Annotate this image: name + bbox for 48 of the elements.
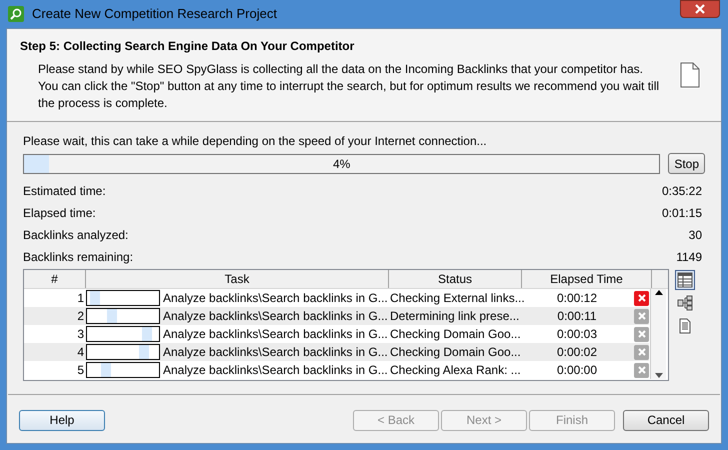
column-header[interactable]: Status (389, 270, 522, 288)
elapsed-cell-text: 0:00:00 (556, 362, 598, 379)
stat-value: 0:35:22 (662, 183, 702, 200)
stat-label: Elapsed time: (23, 205, 96, 222)
task-cell-text: Analyze backlinks\Search backlinks in G... (162, 290, 387, 307)
status-cell-text: Determining link prese... (389, 308, 520, 325)
step-title: Step 5: Collecting Search Engine Data On Your Competitor (20, 38, 356, 55)
stat-value: 1149 (676, 249, 702, 266)
stat-label: Backlinks remaining: (23, 249, 134, 266)
document-icon (680, 62, 700, 88)
close-icon (695, 4, 705, 14)
status-cell-text: Checking Alexa Rank: ... (389, 362, 520, 379)
task-cell-text: Analyze backlinks\Search backlinks in G... (162, 308, 387, 325)
task-cell-text: Analyze backlinks\Search backlinks in G... (162, 344, 387, 361)
elapsed-cell-text: 0:00:03 (556, 326, 598, 343)
scroll-down-arrow-icon[interactable] (654, 371, 662, 379)
app-logo-icon (8, 6, 24, 22)
stat-value: 30 (688, 227, 702, 244)
table-view-icon[interactable] (675, 270, 695, 290)
progress-message: Please wait, this can take a while depending on the speed of your Internet connection... (23, 133, 488, 150)
close-button[interactable] (680, 0, 720, 18)
progress-reading: 4% (332, 156, 352, 172)
column-header[interactable]: Elapsed Time (522, 270, 652, 288)
status-cell-text: Checking Domain Goo... (389, 326, 520, 343)
scroll-up-arrow-icon[interactable] (654, 289, 662, 297)
task-cell-text: Analyze backlinks\Search backlinks in G... (162, 326, 387, 343)
task-cell-text: Analyze backlinks\Search backlinks in G... (162, 362, 387, 379)
dialog-button[interactable]: Cancel (623, 410, 709, 430)
row-number: 3 (76, 326, 85, 343)
row-number: 4 (76, 344, 85, 361)
cancel-task-icon[interactable] (634, 290, 649, 306)
stat-label: Estimated time: (23, 183, 106, 200)
scrollbar[interactable] (650, 289, 666, 379)
row-number: 1 (76, 290, 85, 307)
column-header[interactable]: Task (86, 270, 389, 288)
column-header[interactable]: # (24, 270, 86, 288)
elapsed-cell-text: 0:00:02 (556, 344, 598, 361)
tree-view-icon[interactable] (675, 293, 695, 313)
stop-button[interactable]: Stop (668, 153, 705, 174)
row-number: 2 (76, 308, 85, 325)
dialog-button[interactable]: Help (19, 410, 105, 430)
stat-value: 0:01:15 (662, 205, 702, 222)
status-cell-text: Checking Domain Goo... (389, 344, 520, 361)
elapsed-cell-text: 0:00:11 (556, 308, 598, 325)
stat-label: Backlinks analyzed: (23, 227, 128, 244)
row-number: 5 (76, 362, 85, 379)
window-title: Create New Competition Research Project (32, 5, 278, 24)
step-description: Please stand by while SEO SpyGlass is collecting all the data on the Incoming Backlinks that your competitor has. You can click the "Stop" button at any time to interrupt the search, but for optimum results we recommend you wait till the process is complete. (37, 61, 660, 112)
